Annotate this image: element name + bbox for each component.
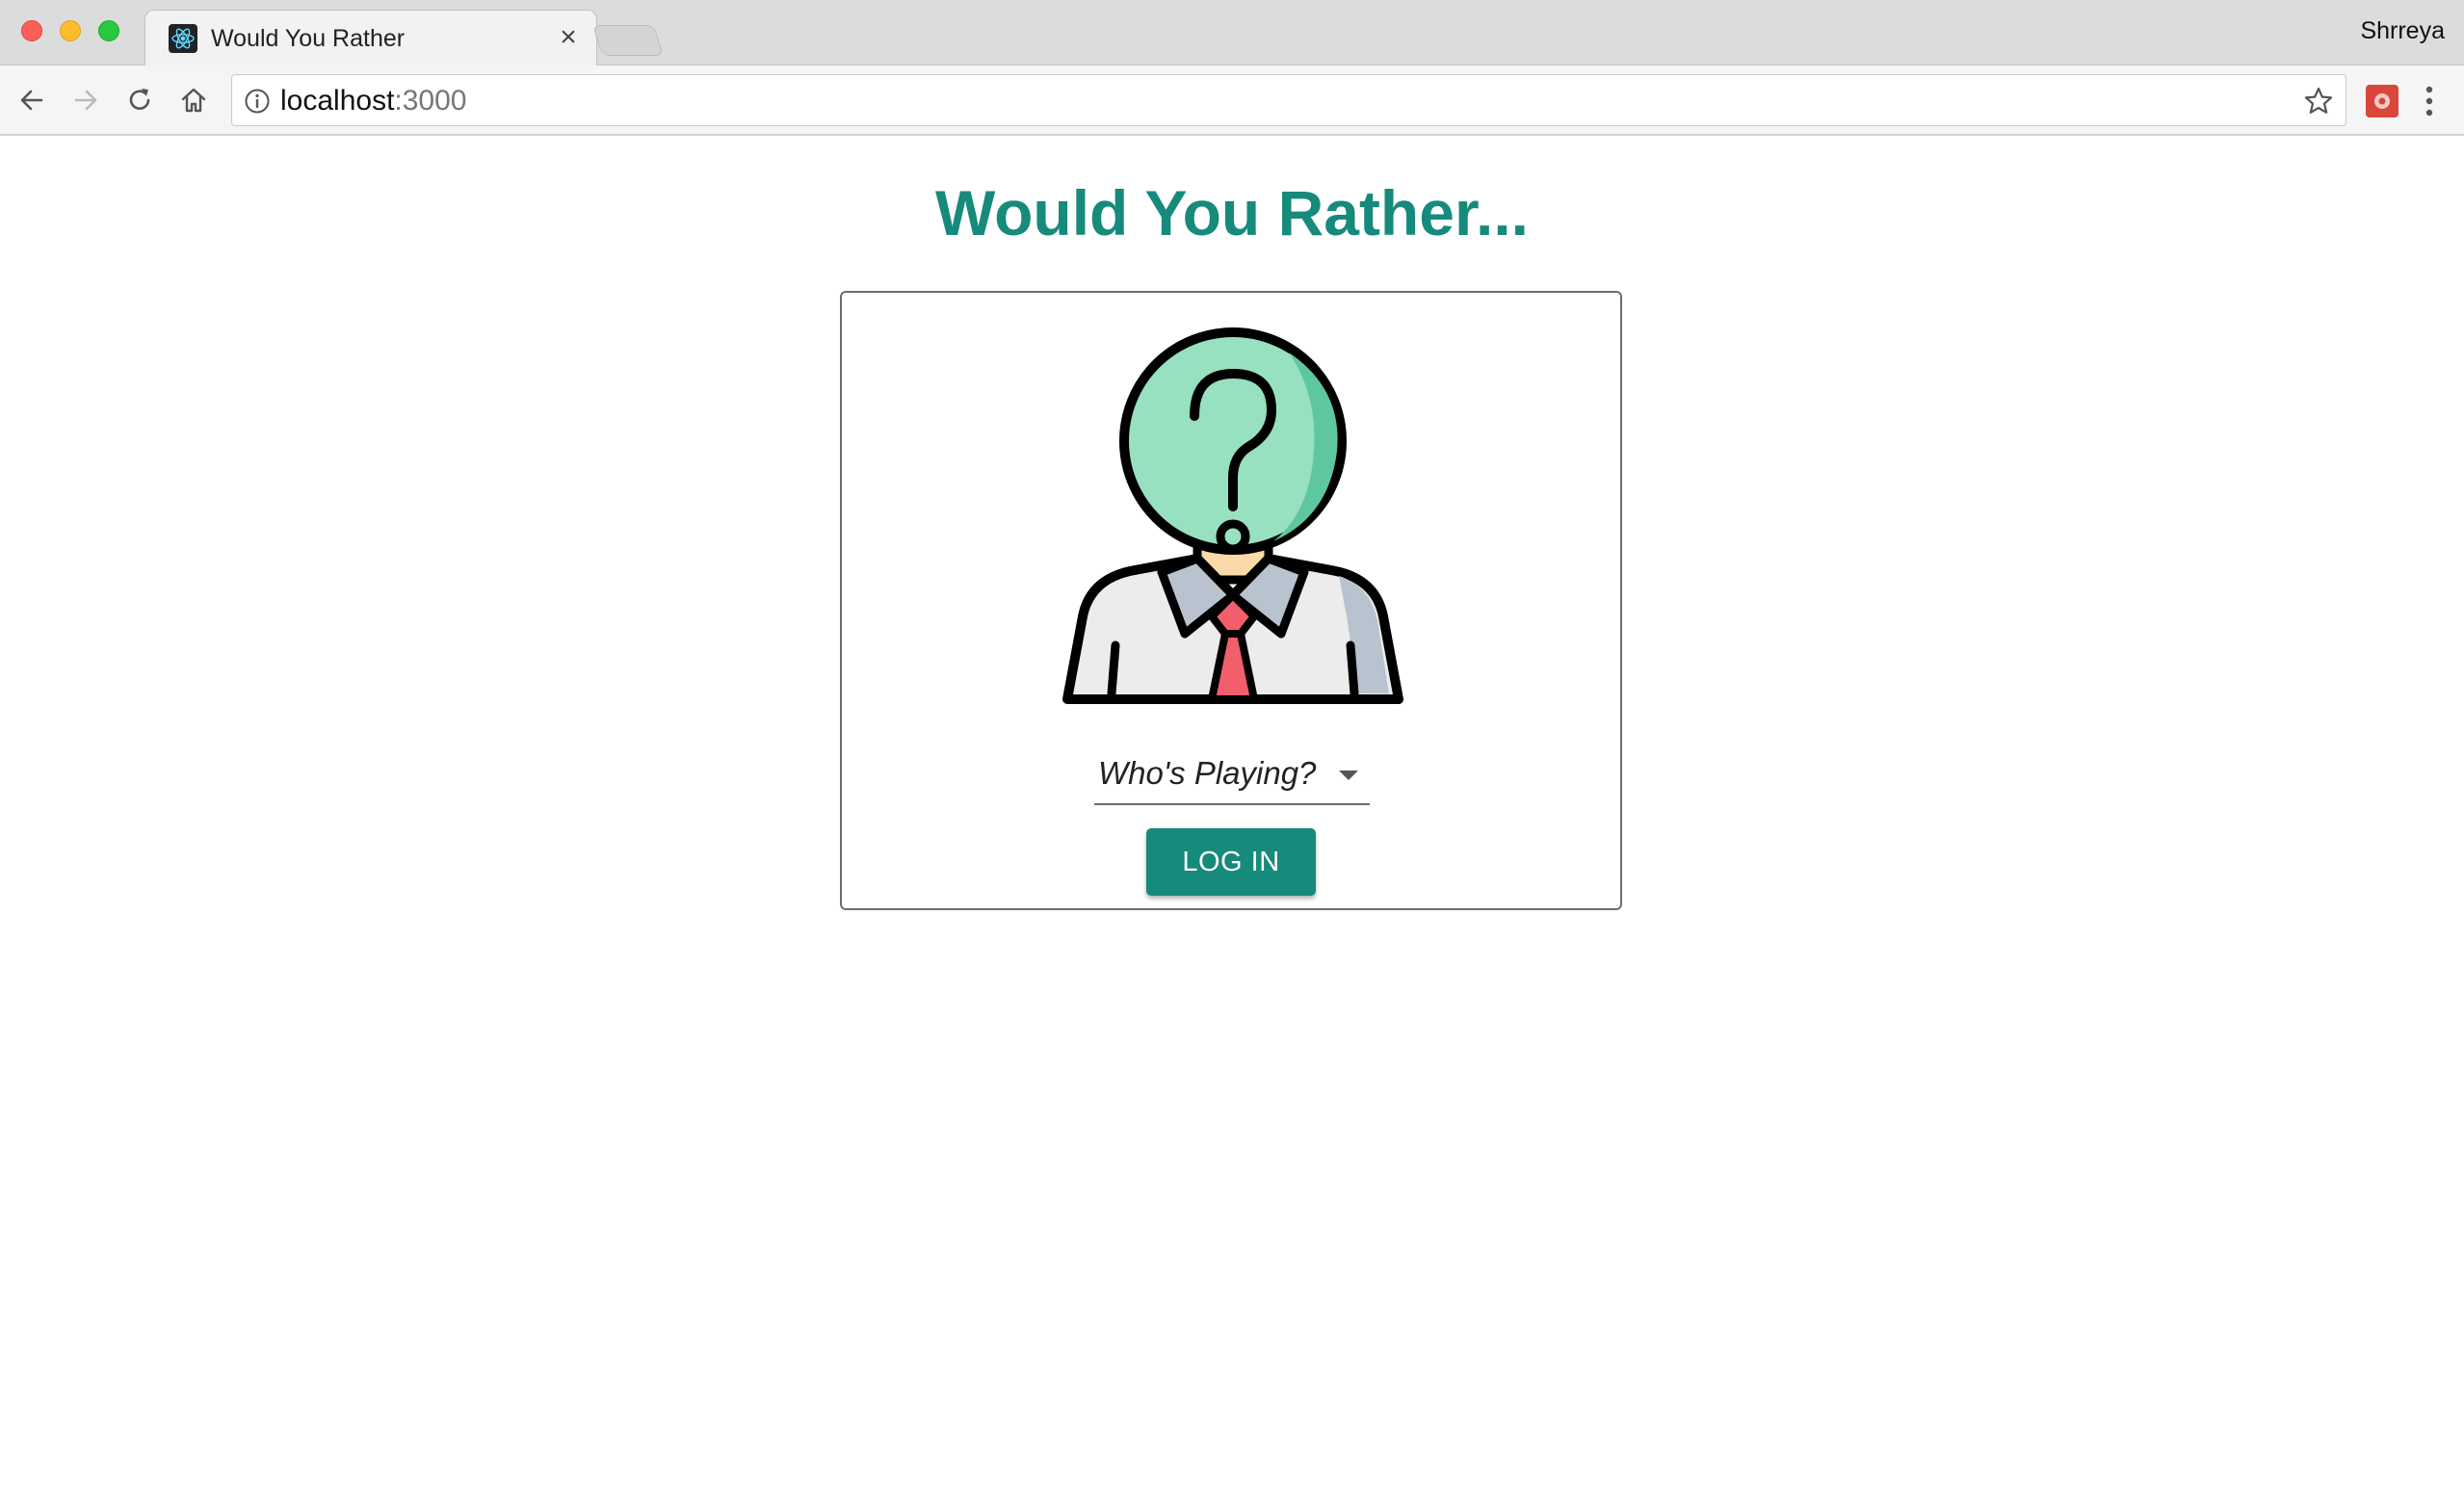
login-card: Who's Playing? LOG IN bbox=[840, 291, 1622, 910]
kebab-menu-icon[interactable] bbox=[2418, 83, 2441, 119]
reload-icon[interactable] bbox=[119, 80, 160, 120]
address-bar[interactable]: localhost:3000 bbox=[231, 74, 2346, 126]
react-logo-icon bbox=[169, 24, 197, 53]
url-host: localhost bbox=[280, 85, 395, 117]
home-icon[interactable] bbox=[173, 80, 214, 120]
chevron-down-icon bbox=[1339, 771, 1358, 780]
back-arrow-icon[interactable] bbox=[12, 80, 52, 120]
url-port: :3000 bbox=[394, 85, 467, 117]
page-title: Would You Rather... bbox=[934, 177, 1530, 248]
url-text[interactable]: localhost:3000 bbox=[280, 87, 466, 116]
browser-tab[interactable]: Would You Rather × bbox=[144, 10, 597, 66]
page-content: Would You Rather... Who's Playing? LOG I… bbox=[0, 138, 2464, 1489]
close-window-button[interactable] bbox=[21, 20, 42, 41]
user-select-placeholder: Who's Playing? bbox=[1098, 755, 1317, 791]
minimize-window-button[interactable] bbox=[60, 20, 81, 41]
user-select[interactable]: Who's Playing? bbox=[1094, 736, 1370, 805]
browser-toolbar: localhost:3000 bbox=[0, 65, 2464, 136]
star-icon[interactable] bbox=[2303, 86, 2334, 117]
profile-name[interactable]: Shrreya bbox=[2360, 17, 2445, 45]
info-icon[interactable] bbox=[244, 88, 271, 115]
new-tab-button[interactable] bbox=[591, 25, 665, 56]
browser-titlebar: Would You Rather × Shrreya bbox=[0, 0, 2464, 66]
forward-arrow-icon[interactable] bbox=[66, 80, 106, 120]
login-button[interactable]: LOG IN bbox=[1146, 828, 1316, 896]
unknown-user-icon bbox=[1058, 327, 1408, 705]
extension-icon[interactable] bbox=[2366, 85, 2398, 118]
tab-title: Would You Rather bbox=[211, 25, 406, 52]
maximize-window-button[interactable] bbox=[98, 20, 119, 41]
tab-close-icon[interactable]: × bbox=[554, 21, 583, 53]
